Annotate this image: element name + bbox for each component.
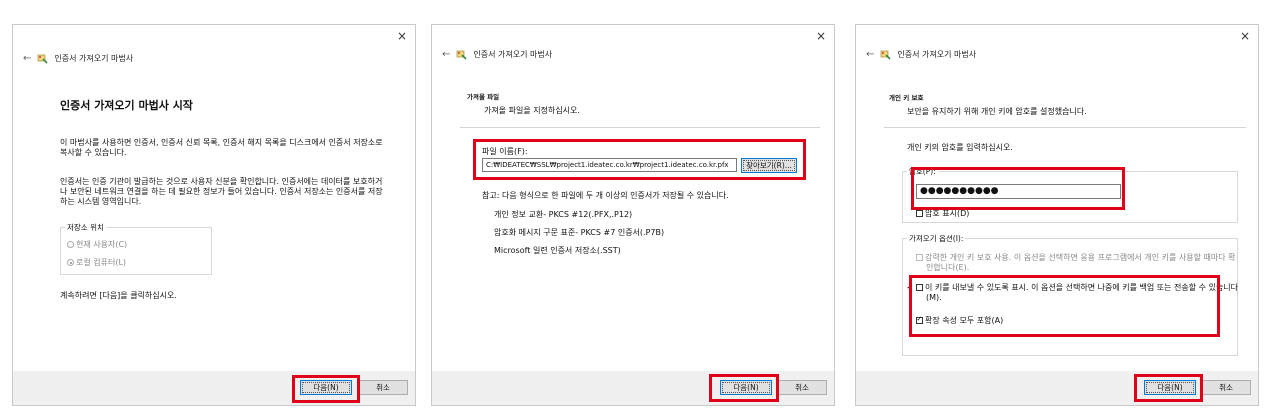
back-arrow-icon[interactable]: ← xyxy=(866,49,874,60)
import-options-label: 가져오기 옵션(I): xyxy=(907,233,966,244)
cancel-button[interactable]: 취소 xyxy=(358,380,408,395)
password-input[interactable]: ●●●●●●●●●● xyxy=(916,184,1121,199)
continue-instruction: 계속하려면 [다음]을 클릭하십시오. xyxy=(60,291,177,300)
page-title: 인증서 가져오기 마법사 시작 xyxy=(60,99,193,112)
wizard-title: 인증서 가져오기 마법사 xyxy=(897,49,977,59)
checkbox-checked-icon xyxy=(916,315,923,324)
strong-protection-checkbox[interactable]: 강력한 개인 키 보호 사용. 이 옵션을 선택하면 응용 프로그램에서 개인 … xyxy=(916,253,1238,273)
format-item: 개인 정보 교환- PKCS #12(.PFX,.P12) xyxy=(494,210,633,219)
format-note: 참고: 다음 형식으로 한 파일에 두 개 이상의 인증서가 저장될 수 있습니… xyxy=(482,191,729,200)
checkbox-icon xyxy=(916,210,923,217)
divider xyxy=(460,127,820,128)
section-subtitle: 보안을 유지하기 위해 개인 키에 암호를 설정했습니다. xyxy=(907,107,1087,116)
cancel-button[interactable]: 취소 xyxy=(1201,380,1251,395)
wizard-footer: 다음(N) 취소 xyxy=(856,371,1258,405)
wizard-header: ← 인증서 가져오기 마법사 xyxy=(442,47,552,61)
back-arrow-icon[interactable]: ← xyxy=(442,49,450,60)
close-icon[interactable]: × xyxy=(397,30,407,42)
wizard-footer: 다음(N) 취소 xyxy=(13,371,415,405)
import-options-group: 가져오기 옵션(I): 강력한 개인 키 보호 사용. 이 옵션을 선택하면 응… xyxy=(902,233,1238,356)
password-instruction: 개인 키의 암호를 입력하십시오. xyxy=(907,143,1013,152)
close-icon[interactable]: × xyxy=(816,30,826,42)
password-group: 암호(P): ●●●●●●●●●● 암호 표시(D) xyxy=(902,166,1238,223)
format-item: Microsoft 일련 인증서 저장소(.SST) xyxy=(494,246,621,255)
checkbox-icon xyxy=(916,254,923,261)
next-button[interactable]: 다음(N) xyxy=(720,380,772,395)
radio-selected-icon xyxy=(67,259,74,266)
store-location-label: 저장소 위치 xyxy=(65,222,106,233)
close-icon[interactable]: × xyxy=(1240,30,1250,42)
checkbox-checked-icon xyxy=(916,284,923,291)
certificate-wizard-icon xyxy=(37,53,48,64)
next-button[interactable]: 다음(N) xyxy=(1144,380,1196,395)
password-label: 암호(P): xyxy=(907,166,938,177)
next-button[interactable]: 다음(N) xyxy=(300,380,352,395)
section-title: 가져올 파일 xyxy=(467,93,500,101)
wizard-window-welcome: × ← 인증서 가져오기 마법사 인증서 가져오기 마법사 시작 이 마법사를 … xyxy=(12,24,416,406)
intro-paragraph: 이 마법사를 사용하면 인증서, 인증서 신뢰 목록, 인증서 해지 목록을 디… xyxy=(60,138,383,157)
section-subtitle: 가져올 파일을 지정하십시오. xyxy=(484,106,580,115)
section-title: 개인 키 보호 xyxy=(889,94,924,102)
extended-properties-checkbox[interactable]: 확장 속성 모두 포함(A) xyxy=(916,315,1003,326)
wizard-header: ← 인증서 가져오기 마법사 xyxy=(23,51,133,65)
radio-local-machine[interactable]: 로컬 컴퓨터(L) xyxy=(67,257,126,268)
wizard-window-private-key: × ← 인증서 가져오기 마법사 개인 키 보호 보안을 유지하기 위해 개인 … xyxy=(855,24,1259,406)
wizard-title: 인증서 가져오기 마법사 xyxy=(473,49,553,59)
format-item: 암호화 메시지 구문 표준- PKCS #7 인증서(.P7B) xyxy=(494,228,665,237)
exportable-key-checkbox[interactable]: 이 키를 내보낼 수 있도록 표시. 이 옵션을 선택하면 나중에 키를 백업 … xyxy=(916,283,1238,303)
wizard-header: ← 인증서 가져오기 마법사 xyxy=(866,47,976,61)
radio-icon xyxy=(67,241,74,248)
divider xyxy=(884,127,1246,128)
certificate-wizard-icon xyxy=(456,49,467,60)
file-name-label: 파일 이름(F): xyxy=(482,147,528,156)
store-location-group: 저장소 위치 현재 사용자(C) 로컬 컴퓨터(L) xyxy=(60,222,212,275)
file-path-input[interactable]: C:₩IDEATEC₩SSL₩project1.ideatec.co.kr₩pr… xyxy=(482,158,737,172)
wizard-title: 인증서 가져오기 마법사 xyxy=(54,53,134,63)
wizard-window-file: × ← 인증서 가져오기 마법사 가져올 파일 가져올 파일을 지정하십시오. … xyxy=(431,24,835,406)
wizard-footer: 다음(N) 취소 xyxy=(432,371,834,405)
show-password-checkbox[interactable]: 암호 표시(D) xyxy=(916,208,969,219)
certificate-wizard-icon xyxy=(880,49,891,60)
browse-button[interactable]: 찾아보기(R)... xyxy=(741,158,797,173)
back-arrow-icon[interactable]: ← xyxy=(23,53,31,64)
cancel-button[interactable]: 취소 xyxy=(777,380,827,395)
info-paragraph: 인증서는 인증 기관이 발급하는 것으로 사용자 신분을 확인합니다. 인증서에… xyxy=(60,177,383,206)
radio-current-user[interactable]: 현재 사용자(C) xyxy=(67,239,127,250)
